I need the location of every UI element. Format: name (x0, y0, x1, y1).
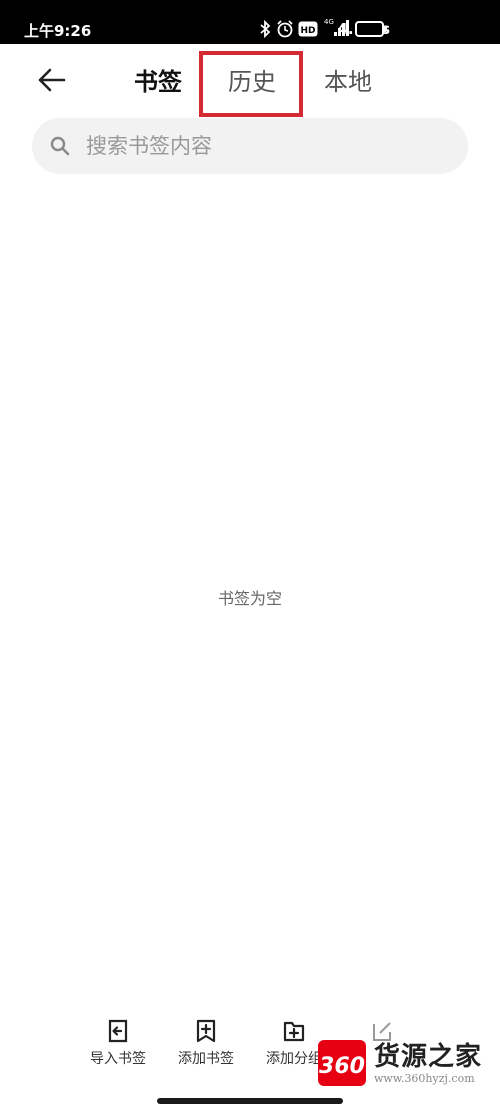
watermark-logo: 360 (318, 1040, 366, 1086)
import-icon (108, 1019, 128, 1043)
battery-level-text: 73 (364, 23, 379, 34)
search-icon (50, 136, 70, 156)
alarm-icon (276, 20, 294, 38)
header: 书签 历史 本地 (0, 44, 500, 118)
watermark-logo-text: 360 (319, 1054, 365, 1079)
watermark-url: www.360hyzj.com (374, 1072, 475, 1085)
watermark-name: 货源之家 (374, 1042, 483, 1072)
hd-label: HD (300, 26, 315, 36)
status-time: 上午9:26 (24, 22, 92, 40)
signal-label: 4G (324, 18, 334, 26)
add-bookmark-icon (196, 1019, 216, 1043)
add-bookmark-label: 添加书签 (178, 1051, 234, 1067)
empty-state-message: 书签为空 (217, 589, 282, 608)
search-bar[interactable] (32, 118, 468, 174)
highlight-annotation-box (199, 51, 303, 117)
add-folder-icon (283, 1021, 305, 1042)
hd-icon: HD (298, 21, 318, 37)
tab-bookmarks[interactable]: 书签 (130, 67, 186, 103)
search-input[interactable] (86, 126, 456, 166)
import-bookmarks-button[interactable]: 导入书签 (78, 1015, 158, 1068)
watermark: 360 货源之家 www.360hyzj.com (318, 1034, 498, 1092)
back-arrow-icon (38, 68, 66, 92)
home-indicator[interactable] (157, 1098, 343, 1104)
bluetooth-icon (258, 19, 272, 39)
battery-icon: 73 (355, 21, 387, 37)
tab-local[interactable]: 本地 (320, 67, 376, 103)
import-bookmarks-label: 导入书签 (90, 1051, 146, 1067)
back-button[interactable] (30, 62, 74, 98)
add-bookmark-button[interactable]: 添加书签 (166, 1015, 246, 1068)
signal-icon: 4G (322, 16, 352, 38)
status-bar: 上午9:26 4.1K/s HD 4G 73 (0, 0, 500, 44)
